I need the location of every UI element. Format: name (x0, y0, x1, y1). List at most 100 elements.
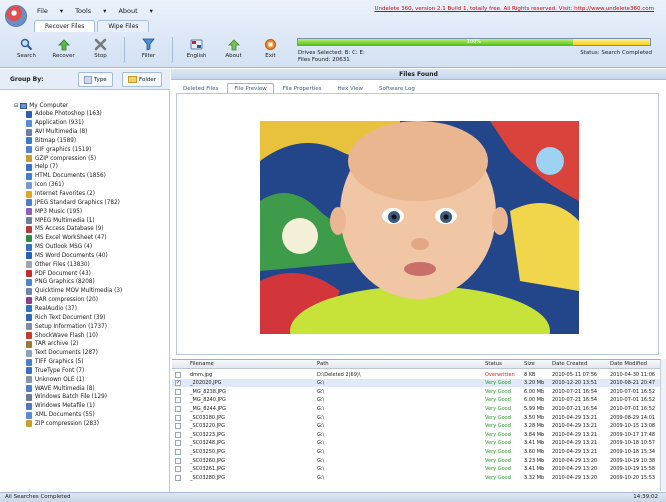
table-row[interactable]: _SC03223.JPG G:\ Very Good 3.84 Mb 2010-04-2… (172, 430, 666, 439)
row-checkbox[interactable] (175, 397, 181, 404)
table-row[interactable]: _SC03261.JPG G:\ Very Good 3.41 Mb 2010-04-2… (172, 465, 666, 474)
tree-item[interactable]: MS Access Database (9) (14, 225, 169, 234)
tree-item[interactable]: TAR archive (2) (14, 340, 169, 349)
tree-item[interactable]: Rich Text Document (39) (14, 313, 169, 322)
row-checkbox[interactable]: ✓ (175, 380, 181, 387)
tree-item[interactable]: MP3 Music (195) (14, 207, 169, 216)
tree-item-label: MS Access Database (9) (35, 226, 104, 233)
row-checkbox[interactable] (175, 431, 181, 438)
menu-about[interactable]: About (115, 6, 140, 16)
table-row[interactable]: ✓ _202020.JPG G:\ Very Good 3.20 Mb 2010-12-2… (172, 378, 666, 388)
cell-filename: _SC03248.JPG (190, 440, 226, 447)
table-row[interactable]: _SC03250.JPG G:\ Very Good 3.60 Mb 2010-04-2… (172, 447, 666, 456)
tree-item-label: HTML Documents (1856) (35, 173, 106, 180)
menu-file[interactable]: File (34, 6, 51, 16)
filter-button[interactable]: Filter (132, 36, 165, 64)
column-filename[interactable]: Filename (190, 361, 214, 367)
table-row[interactable]: _SC03280.JPG G:\ Very Good 3.32 Mb 2010-04-2… (172, 473, 666, 482)
row-checkbox[interactable] (175, 388, 181, 395)
table-row[interactable]: dmm.jpg D:\Deleted 2(69)\ Overwritten 8 KB 2… (172, 370, 666, 379)
column-status[interactable]: Status (485, 361, 502, 367)
column-date-modified[interactable]: Date Modified (610, 361, 647, 367)
app-logo-icon[interactable] (5, 5, 27, 27)
grid-scrollbar[interactable] (660, 359, 666, 491)
tree-item[interactable]: GIF graphics (1519) (14, 145, 169, 154)
table-row[interactable]: _MG_8238.JPG G:\ Very Good 6.00 Mb 2010-07-2… (172, 387, 666, 396)
group-by-folder-button[interactable]: Folder (122, 72, 162, 87)
tree-item[interactable]: Adobe Photoshop (163) (14, 110, 169, 119)
tree-item-label: Other Files (13830) (35, 261, 90, 268)
column-size[interactable]: Size (524, 361, 535, 367)
tree-item[interactable]: HTML Documents (1856) (14, 172, 169, 181)
about-button[interactable]: About (217, 36, 250, 64)
recover-button[interactable]: Recover (47, 36, 80, 64)
tree-item[interactable]: Windows Batch File (129) (14, 393, 169, 402)
row-checkbox[interactable] (175, 466, 181, 473)
row-checkbox[interactable] (175, 423, 181, 430)
tree-item[interactable]: MPEG Multimedia (1) (14, 216, 169, 225)
exit-button[interactable]: Exit (254, 36, 287, 64)
file-type-icon (26, 190, 32, 198)
tree-item[interactable]: Help (7) (14, 163, 169, 172)
row-checkbox[interactable] (175, 405, 181, 412)
tree-item[interactable]: MS Excel WorkSheet (47) (14, 234, 169, 243)
tree-item[interactable]: Windows Metafile (1) (14, 402, 169, 411)
table-row[interactable]: _SC03220.JPG G:\ Very Good 3.28 Mb 2010-04-2… (172, 422, 666, 431)
tree-item[interactable]: Other Files (13830) (14, 260, 169, 269)
file-type-icon (26, 314, 32, 322)
table-row[interactable]: _MG_8240.JPG G:\ Very Good 6.00 Mb 2010-07-2… (172, 396, 666, 405)
table-row[interactable]: _SC03180.JPG G:\ Very Good 3.50 Mb 2010-04-2… (172, 413, 666, 422)
column-path[interactable]: Path (317, 361, 329, 367)
tree-item[interactable]: RAR compression (20) (14, 296, 169, 305)
tree-item[interactable]: XML Documents (55) (14, 411, 169, 420)
cell-filename: _SC03280.JPG (190, 474, 226, 481)
tree-item[interactable]: MS Outlook MSG (4) (14, 243, 169, 252)
tree-item[interactable]: Setup Information (1737) (14, 322, 169, 331)
tree-item[interactable]: PDF Document (43) (14, 269, 169, 278)
tree-item[interactable]: MS Word Documents (40) (14, 252, 169, 261)
row-checkbox[interactable] (175, 448, 181, 455)
tree-item[interactable]: Internet Favorites (2) (14, 190, 169, 199)
tree-item[interactable]: Icon (361) (14, 181, 169, 190)
tree-item[interactable]: RealAudio (37) (14, 305, 169, 314)
tree-item[interactable]: PNG Graphics (8208) (14, 278, 169, 287)
search-button[interactable]: Search (10, 36, 43, 64)
tree-item[interactable]: ShockWave Flash (10) (14, 331, 169, 340)
cell-size: 5.99 Mb (524, 405, 545, 412)
table-row[interactable]: _SC03248.JPG G:\ Very Good 3.41 Mb 2010-04-2… (172, 439, 666, 448)
row-checkbox[interactable] (175, 474, 181, 481)
english-button[interactable]: English (180, 36, 213, 64)
tree-item[interactable]: TrueType Font (7) (14, 366, 169, 375)
row-checkbox[interactable] (175, 414, 181, 421)
tree-item[interactable]: GZIP compression (5) (14, 154, 169, 163)
registration-link[interactable]: Undelete 360, version 2.1 Build 1, total… (375, 6, 655, 12)
tab-wipe-files[interactable]: Wipe Files (97, 20, 150, 32)
row-checkbox[interactable] (175, 457, 181, 464)
tree-item[interactable]: Unknown OLE (1) (14, 375, 169, 384)
menu-tools[interactable]: Tools (72, 6, 94, 16)
tree-item[interactable]: Bitmap (1589) (14, 137, 169, 146)
tree-item[interactable]: JPEG Standard Graphics (782) (14, 198, 169, 207)
file-type-icon (26, 199, 32, 207)
row-checkbox[interactable] (175, 440, 181, 447)
tree-item-label: PDF Document (43) (35, 270, 91, 277)
tree-item[interactable]: Application (931) (14, 119, 169, 128)
tree-item[interactable]: AVI Multimedia (8) (14, 128, 169, 137)
tree-root-my-computer[interactable]: ⊟ My Computer (14, 101, 169, 110)
tree-item[interactable]: Text Documents (287) (14, 349, 169, 358)
tree-item[interactable]: Quicktime MOV Multimedia (3) (14, 287, 169, 296)
row-checkbox[interactable] (175, 371, 181, 378)
table-row[interactable]: _SC03260.JPG G:\ Very Good 3.23 Mb 2010-04-2… (172, 456, 666, 465)
column-date-created[interactable]: Date Created (552, 361, 587, 367)
tree-item-label: Windows Batch File (129) (35, 394, 107, 401)
stop-button[interactable]: Stop (84, 36, 117, 64)
tree-item[interactable]: ZIP compression (283) (14, 420, 169, 429)
tree-item[interactable]: TIFF Graphics (5) (14, 358, 169, 367)
table-row[interactable]: _MG_8244.JPG G:\ Very Good 5.99 Mb 2010-07-2… (172, 404, 666, 413)
collapse-icon[interactable]: ⊟ (14, 103, 18, 109)
tree-item-label: XML Documents (55) (35, 412, 95, 419)
group-by-type-button[interactable]: Type (78, 72, 113, 87)
tree-item[interactable]: WAVE Multimedia (8) (14, 384, 169, 393)
tab-recover-files[interactable]: Recover Files (34, 20, 96, 32)
cell-size: 3.84 Mb (524, 431, 545, 438)
